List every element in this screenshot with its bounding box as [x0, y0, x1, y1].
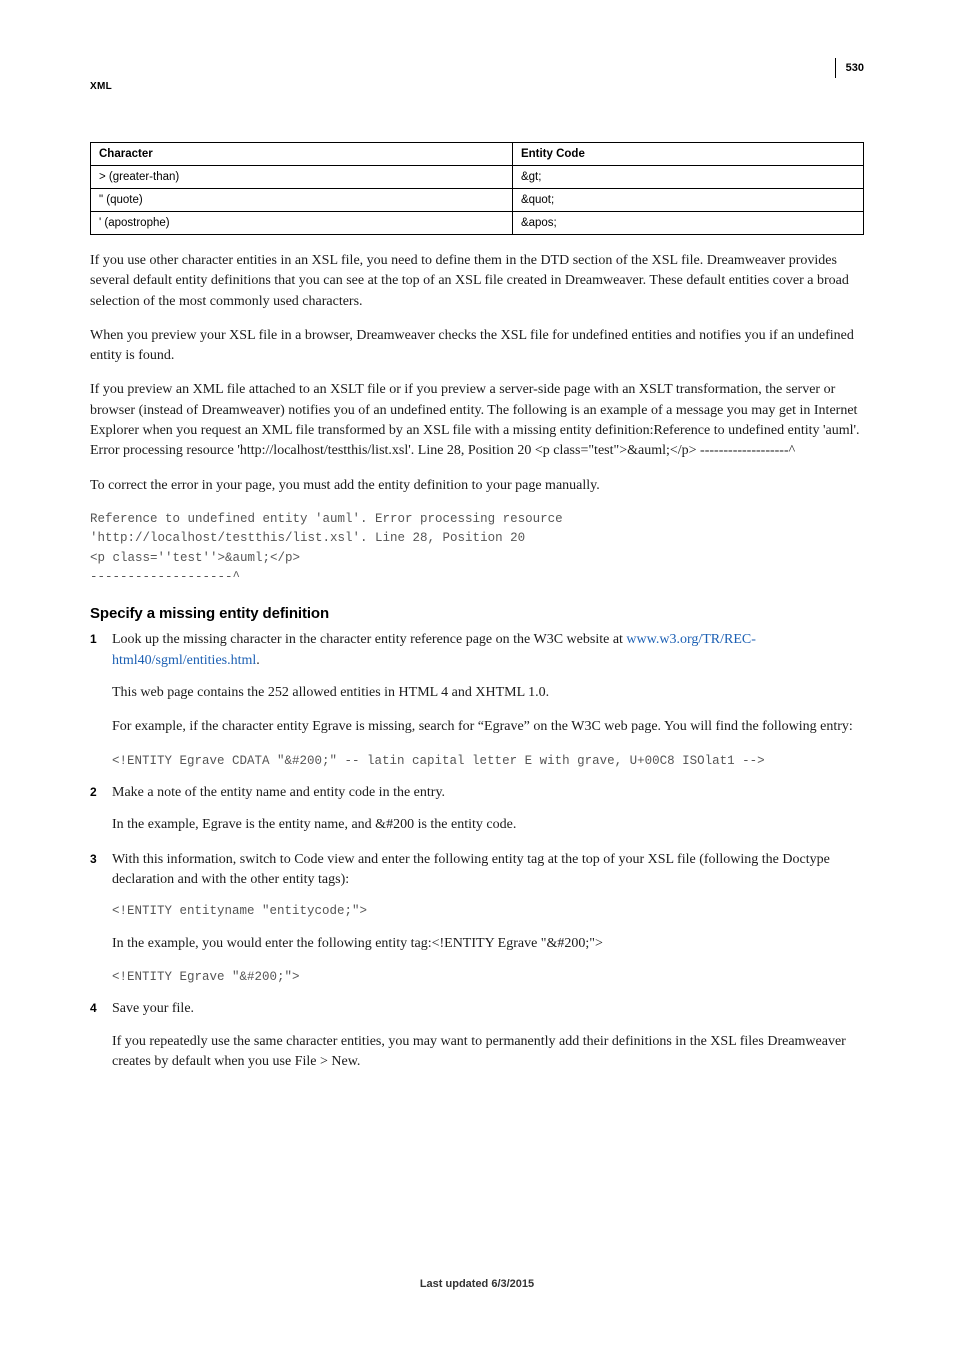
step-number: 1 [90, 630, 102, 683]
body-paragraph: Look up the missing character in the cha… [112, 630, 864, 671]
body-paragraph: With this information, switch to Code vi… [112, 850, 864, 891]
step-number: 3 [90, 850, 102, 903]
step-2: 2 Make a note of the entity name and ent… [90, 783, 864, 815]
table-cell: ' (apostrophe) [91, 212, 513, 235]
text-run: . [256, 653, 260, 668]
table-cell: &gt; [512, 166, 863, 189]
step-4: 4 Save your file. [90, 999, 864, 1031]
page-number: 530 [835, 58, 864, 78]
body-paragraph: In the example, Egrave is the entity nam… [112, 815, 864, 835]
body-paragraph: When you preview your XSL file in a brow… [90, 326, 864, 367]
section-heading: Specify a missing entity definition [90, 605, 864, 622]
body-paragraph: If you repeatedly use the same character… [112, 1032, 864, 1073]
section-header: XML [90, 81, 112, 92]
step-number: 4 [90, 999, 102, 1031]
table-header-character: Character [91, 143, 513, 166]
table-row: " (quote) &quot; [91, 189, 864, 212]
body-paragraph: If you preview an XML file attached to a… [90, 380, 864, 461]
code-block: Reference to undefined entity 'auml'. Er… [90, 510, 864, 588]
step-1: 1 Look up the missing character in the c… [90, 630, 864, 683]
step-3: 3 With this information, switch to Code … [90, 850, 864, 903]
code-block: <!ENTITY entityname "entitycode;"> [112, 902, 864, 921]
step-number: 2 [90, 783, 102, 815]
text-run: Look up the missing character in the cha… [112, 632, 626, 647]
body-paragraph: To correct the error in your page, you m… [90, 476, 864, 496]
table-cell: > (greater-than) [91, 166, 513, 189]
body-paragraph: Save your file. [112, 999, 864, 1019]
table-row: ' (apostrophe) &apos; [91, 212, 864, 235]
body-paragraph: This web page contains the 252 allowed e… [112, 683, 864, 703]
code-block: <!ENTITY Egrave CDATA "&#200;" -- latin … [112, 752, 864, 771]
body-paragraph: If you use other character entities in a… [90, 251, 864, 312]
page-footer: Last updated 6/3/2015 [0, 1278, 954, 1290]
body-paragraph: For example, if the character entity Egr… [112, 717, 864, 737]
body-paragraph: In the example, you would enter the foll… [112, 934, 864, 954]
table-row: > (greater-than) &gt; [91, 166, 864, 189]
code-block: <!ENTITY Egrave "&#200;"> [112, 968, 864, 987]
entity-table: Character Entity Code > (greater-than) &… [90, 142, 864, 235]
table-header-entity-code: Entity Code [512, 143, 863, 166]
table-cell: &quot; [512, 189, 863, 212]
table-cell: " (quote) [91, 189, 513, 212]
table-cell: &apos; [512, 212, 863, 235]
body-paragraph: Make a note of the entity name and entit… [112, 783, 864, 803]
